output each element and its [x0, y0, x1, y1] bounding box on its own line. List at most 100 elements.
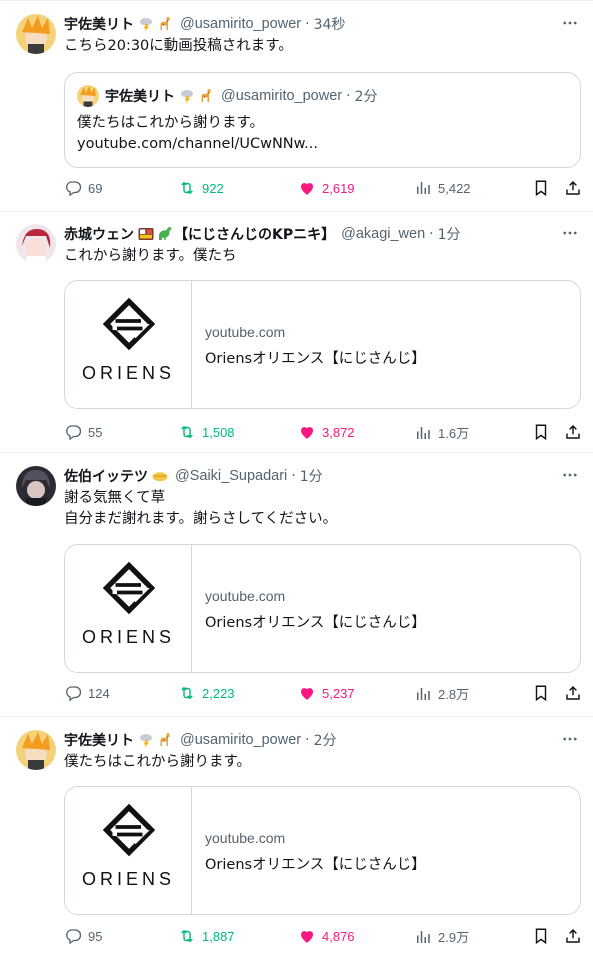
card-title: Oriensオリエンス【にじさんじ】 — [205, 351, 426, 367]
reply-icon — [64, 927, 82, 945]
timestamp[interactable]: 1分 — [438, 224, 461, 244]
user-handle[interactable]: @Saiki_Supadari — [175, 468, 287, 484]
share-button[interactable] — [564, 423, 588, 441]
tweet-text-line: 自分まだ謝れます。謝らさしてください。 — [64, 511, 338, 527]
display-name[interactable]: 佐伯イッテツ — [64, 466, 148, 486]
tweet[interactable]: 赤城ウェン 【にじさんじのKPニキ】 @akagi_wen · 1分 これから謝… — [0, 224, 593, 450]
tweet[interactable]: 宇佐美リト @usamirito_power · 2分 僕たちはこれから謝ります… — [0, 730, 593, 955]
reply-count: 95 — [88, 928, 103, 944]
giraffe-icon — [156, 15, 174, 33]
bookmark-button[interactable] — [532, 927, 556, 945]
action-bar: 55 1,508 3,872 1.6万 — [64, 423, 584, 443]
retweet-icon — [178, 927, 196, 945]
bookmark-button[interactable] — [532, 423, 556, 441]
link-card[interactable]: ORIENS youtube.com Oriensオリエンス【にじさんじ】 — [64, 280, 581, 409]
display-name[interactable]: 宇佐美リト — [64, 14, 134, 34]
bookmark-icon — [532, 927, 550, 945]
timestamp[interactable]: 1分 — [300, 466, 323, 486]
retweet-button[interactable]: 2,223 — [178, 684, 235, 702]
user-handle[interactable]: @akagi_wen — [341, 226, 425, 242]
like-button[interactable]: 2,619 — [298, 179, 355, 197]
reply-icon — [64, 179, 82, 197]
quoted-text-line: 僕たちはこれから謝ります。 — [77, 115, 265, 131]
action-bar: 69 922 2,619 5,422 — [64, 179, 584, 199]
bookmark-icon — [532, 423, 550, 441]
avatar[interactable] — [16, 14, 56, 54]
reply-icon — [64, 423, 82, 441]
lightning-cloud-icon — [137, 731, 155, 749]
oriens-logo-icon — [99, 803, 159, 863]
reply-button[interactable]: 95 — [64, 927, 102, 945]
display-name[interactable]: 宇佐美リト — [64, 730, 134, 750]
retweet-button[interactable]: 922 — [178, 179, 224, 197]
oriens-logo-icon — [99, 297, 159, 357]
views-icon — [414, 928, 432, 946]
lightning-cloud-icon — [137, 15, 155, 33]
retweet-button[interactable]: 1,887 — [178, 927, 235, 945]
handshake-icon — [151, 467, 169, 485]
view-count: 5,422 — [438, 180, 471, 196]
retweet-button[interactable]: 1,508 — [178, 423, 235, 441]
share-button[interactable] — [564, 927, 588, 945]
display-name[interactable]: 赤城ウェン — [64, 224, 134, 244]
view-count: 1.6万 — [438, 426, 470, 441]
avatar[interactable] — [16, 466, 56, 506]
lightning-cloud-icon — [178, 87, 196, 105]
display-name-suffix[interactable]: 【にじさんじのKPニキ】 — [174, 224, 335, 244]
giraffe-icon — [156, 731, 174, 749]
tweet-text-line: これから謝ります。僕たち — [64, 248, 237, 264]
timestamp[interactable]: 34秒 — [314, 14, 346, 34]
tweet-text-line: 謝る気無くて草 — [64, 490, 166, 506]
like-count: 5,237 — [322, 685, 355, 701]
bento-icon — [137, 225, 155, 243]
user-handle[interactable]: @usamirito_power — [180, 16, 301, 32]
like-button[interactable]: 3,872 — [298, 423, 355, 441]
retweet-icon — [178, 179, 196, 197]
timestamp[interactable]: 2分 — [314, 730, 337, 750]
views-button[interactable]: 2.8万 — [414, 684, 469, 703]
tweet[interactable]: 佐伯イッテツ @Saiki_Supadari · 1分 謝る気無くて草 自分まだ… — [0, 466, 593, 706]
reply-button[interactable]: 55 — [64, 423, 102, 441]
separator: · — [429, 226, 434, 242]
oriens-logo-icon — [99, 561, 159, 621]
retweet-icon — [178, 684, 196, 702]
like-icon — [298, 179, 316, 197]
action-bar: 95 1,887 4,876 2.9万 — [64, 927, 584, 947]
quoted-timestamp: 2分 — [354, 89, 378, 105]
share-button[interactable] — [564, 179, 588, 197]
more-icon[interactable] — [561, 224, 579, 242]
like-icon — [298, 927, 316, 945]
timeline-feed: 宇佐美リト @usamirito_power · 34秒 こちら20:30に動画… — [0, 0, 593, 957]
quoted-link[interactable]: youtube.com/channel/UCwNNw... — [77, 134, 318, 155]
views-icon — [414, 179, 432, 197]
bookmark-button[interactable] — [532, 179, 556, 197]
views-button[interactable]: 1.6万 — [414, 423, 469, 442]
card-domain: youtube.com — [205, 830, 286, 846]
views-button[interactable]: 2.9万 — [414, 927, 469, 946]
quoted-tweet[interactable]: 宇佐美リト @usamirito_power · 2分 僕たちはこれから謝ります… — [64, 72, 581, 168]
oriens-logo-text: ORIENS — [81, 627, 175, 647]
reply-button[interactable]: 69 — [64, 179, 102, 197]
reply-button[interactable]: 124 — [64, 684, 110, 702]
more-icon[interactable] — [561, 730, 579, 748]
like-button[interactable]: 4,876 — [298, 927, 355, 945]
share-icon — [564, 684, 582, 702]
link-card[interactable]: ORIENS youtube.com Oriensオリエンス【にじさんじ】 — [64, 544, 581, 673]
like-button[interactable]: 5,237 — [298, 684, 355, 702]
bookmark-button[interactable] — [532, 684, 556, 702]
views-button[interactable]: 5,422 — [414, 179, 471, 197]
like-icon — [298, 423, 316, 441]
more-icon[interactable] — [561, 14, 579, 32]
avatar[interactable] — [16, 730, 56, 770]
card-thumbnail: ORIENS — [65, 281, 192, 408]
tweet[interactable]: 宇佐美リト @usamirito_power · 34秒 こちら20:30に動画… — [0, 14, 593, 210]
avatar[interactable] — [16, 224, 56, 264]
tweet-text-line: 僕たちはこれから謝ります。 — [64, 754, 252, 770]
retweet-count: 922 — [202, 180, 224, 196]
like-count: 2,619 — [322, 180, 355, 196]
user-handle[interactable]: @usamirito_power — [180, 732, 301, 748]
oriens-logo-text: ORIENS — [81, 363, 175, 383]
share-button[interactable] — [564, 684, 588, 702]
link-card[interactable]: ORIENS youtube.com Oriensオリエンス【にじさんじ】 — [64, 786, 581, 915]
more-icon[interactable] — [561, 466, 579, 484]
